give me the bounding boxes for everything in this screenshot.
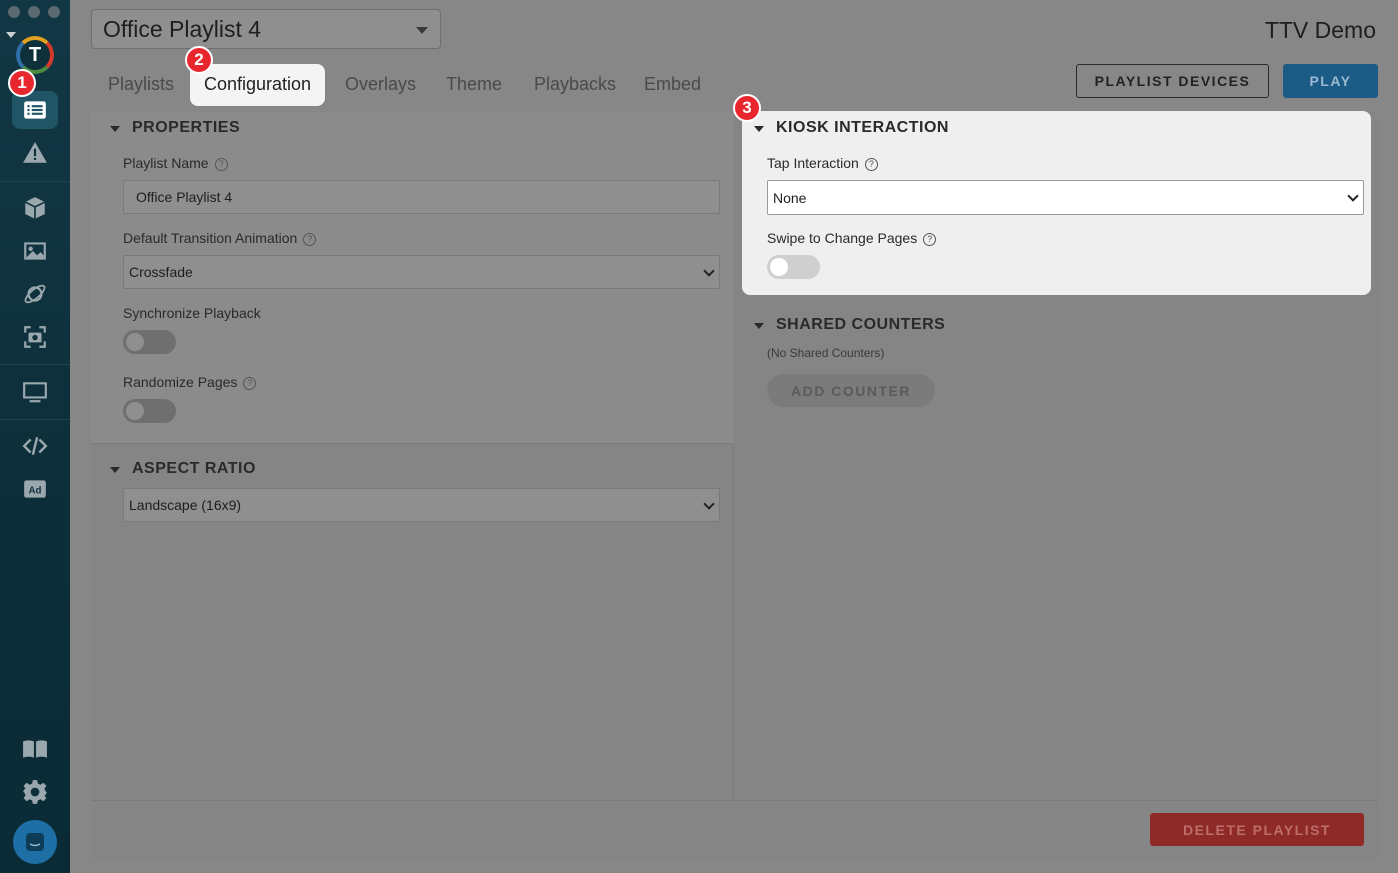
logo-letter: T xyxy=(28,43,42,66)
playlist-selector[interactable]: Office Playlist 4 xyxy=(91,9,441,49)
swipe-label: Swipe to Change Pages? xyxy=(767,230,937,246)
transition-label: Default Transition Animation? xyxy=(123,230,317,246)
alert-icon xyxy=(23,142,47,163)
tab-configuration[interactable]: Configuration xyxy=(190,64,326,106)
tap-interaction-label: Tap Interaction? xyxy=(767,155,878,171)
footer-divider xyxy=(91,800,1378,801)
delete-playlist-button[interactable]: DELETE PLAYLIST xyxy=(1150,813,1364,846)
playlist-name-input[interactable]: Office Playlist 4 xyxy=(123,180,720,214)
annotation-badge-3: 3 xyxy=(733,94,761,122)
properties-title: PROPERTIES xyxy=(132,119,241,136)
annotation-badge-2: 2 xyxy=(185,46,213,74)
shared-counters-title: SHARED COUNTERS xyxy=(776,316,946,333)
annotation-badge-1: 1 xyxy=(8,69,36,97)
svg-text:Ad: Ad xyxy=(29,485,42,496)
help-icon[interactable]: ? xyxy=(243,377,257,390)
help-icon[interactable]: ? xyxy=(864,158,878,171)
sidebar-item-media[interactable] xyxy=(12,232,58,270)
randomize-toggle[interactable] xyxy=(123,399,176,423)
sidebar-item-docs[interactable] xyxy=(12,730,58,768)
chat-icon xyxy=(26,833,44,851)
tab-embed[interactable]: Embed xyxy=(644,74,701,95)
image-icon xyxy=(24,242,46,260)
list-icon xyxy=(24,101,46,119)
sidebar-divider xyxy=(0,419,70,420)
kiosk-interaction-title: KIOSK INTERACTION xyxy=(776,119,949,136)
camera-scan-icon xyxy=(24,326,46,348)
ad-icon: Ad xyxy=(24,480,46,498)
code-icon xyxy=(22,437,48,455)
sync-toggle[interactable] xyxy=(123,330,176,354)
no-counters-text: (No Shared Counters) xyxy=(767,346,885,360)
sidebar-item-devices[interactable] xyxy=(12,373,58,411)
window-minimize-dot[interactable] xyxy=(28,6,40,18)
tap-interaction-select[interactable]: None xyxy=(767,180,1364,215)
aspect-ratio-select-value: Landscape (16x9) xyxy=(129,497,242,513)
book-icon xyxy=(23,740,47,758)
window-zoom-dot[interactable] xyxy=(48,6,60,18)
gear-icon xyxy=(23,780,47,804)
tab-theme[interactable]: Theme xyxy=(446,74,502,95)
sidebar-item-developer[interactable] xyxy=(12,427,58,465)
help-icon[interactable]: ? xyxy=(214,158,228,171)
cube-icon xyxy=(24,197,46,219)
orbit-icon xyxy=(24,284,46,304)
playlist-name-label-text: Playlist Name xyxy=(123,155,209,171)
chevron-down-icon xyxy=(703,265,715,277)
add-counter-button[interactable]: ADD COUNTER xyxy=(767,374,935,407)
collapse-triangle-icon[interactable] xyxy=(754,126,764,132)
transition-select[interactable]: Crossfade xyxy=(123,255,720,289)
sidebar-divider xyxy=(0,181,70,182)
toggle-knob xyxy=(126,333,144,351)
collapse-triangle-icon[interactable] xyxy=(754,323,764,329)
help-icon[interactable]: ? xyxy=(923,233,937,246)
toggle-knob xyxy=(126,402,144,420)
monitor-icon xyxy=(23,382,47,403)
randomize-label-text: Randomize Pages xyxy=(123,374,238,390)
tab-playlists[interactable]: Playlists xyxy=(108,74,174,95)
tab-overlays[interactable]: Overlays xyxy=(345,74,416,95)
swipe-label-text: Swipe to Change Pages xyxy=(767,230,918,246)
aspect-ratio-title: ASPECT RATIO xyxy=(132,460,256,477)
help-icon[interactable]: ? xyxy=(303,233,317,246)
sidebar-item-ads[interactable]: Ad xyxy=(12,470,58,508)
sidebar: T Ad xyxy=(0,0,70,873)
sidebar-divider xyxy=(0,364,70,365)
sidebar-item-content[interactable] xyxy=(12,189,58,227)
play-button[interactable]: PLAY xyxy=(1283,64,1378,98)
tap-interaction-label-text: Tap Interaction xyxy=(767,155,859,171)
playlist-devices-button[interactable]: PLAYLIST DEVICES xyxy=(1076,64,1269,98)
swipe-toggle[interactable] xyxy=(767,255,820,279)
sidebar-item-alerts[interactable] xyxy=(12,134,58,172)
randomize-label: Randomize Pages? xyxy=(123,374,257,390)
tap-interaction-value: None xyxy=(773,190,807,206)
playlist-selector-value: Office Playlist 4 xyxy=(103,16,262,42)
chevron-down-icon xyxy=(703,498,715,510)
transition-label-text: Default Transition Animation xyxy=(123,230,298,246)
caret-down-icon xyxy=(416,27,428,34)
sync-label: Synchronize Playback xyxy=(123,305,261,321)
toggle-knob xyxy=(770,258,788,276)
collapse-triangle-icon[interactable] xyxy=(110,467,120,473)
chevron-down-icon xyxy=(1347,190,1359,202)
transition-select-value: Crossfade xyxy=(129,264,193,280)
playlist-name-label: Playlist Name? xyxy=(123,155,228,171)
sidebar-item-settings[interactable] xyxy=(12,773,58,811)
collapse-triangle-icon[interactable] xyxy=(110,126,120,132)
support-chat-button[interactable] xyxy=(13,820,57,864)
account-menu-caret-icon[interactable] xyxy=(6,32,16,38)
sidebar-item-capture[interactable] xyxy=(12,318,58,356)
aspect-ratio-select[interactable]: Landscape (16x9) xyxy=(123,488,720,522)
window-close-dot[interactable] xyxy=(8,6,20,18)
tab-playbacks[interactable]: Playbacks xyxy=(534,74,616,95)
sidebar-item-integrations[interactable] xyxy=(12,275,58,313)
account-name: TTV Demo xyxy=(1264,17,1376,43)
